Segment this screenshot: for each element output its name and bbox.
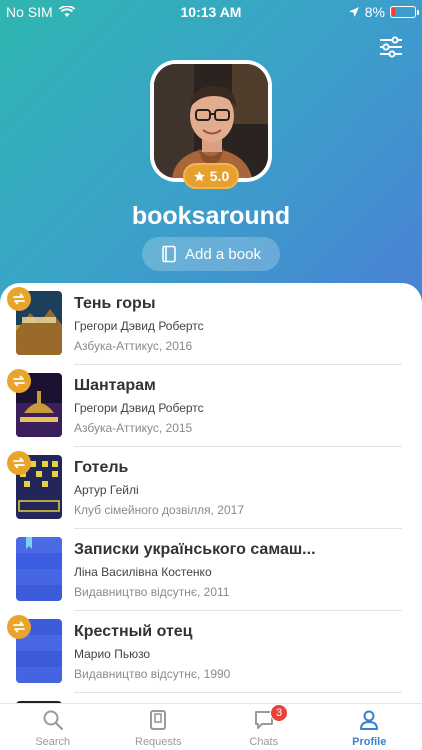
- book-author: Грегори Дэвид Робертс: [74, 319, 204, 333]
- book-publisher: Азбука-Аттикус, 2015: [74, 421, 193, 435]
- swap-icon: [13, 293, 25, 305]
- book-author: Грегори Дэвид Робертс: [74, 401, 204, 415]
- swap-badge: [7, 451, 31, 475]
- book-title: Тень горы: [74, 295, 156, 312]
- book-publisher: Азбука-Аттикус, 2016: [74, 339, 193, 353]
- book-list: Тень горы Грегори Дэвид Робертс Азбука-А…: [0, 283, 422, 703]
- tab-chats[interactable]: Chats: [211, 704, 317, 750]
- add-book-label: Add a book: [185, 245, 261, 263]
- tab-label: Profile: [352, 736, 387, 748]
- username: booksaround: [131, 202, 291, 230]
- rating-value: 5.0: [209, 168, 230, 184]
- list-item[interactable]: Крестный отец Марио Пьюзо Видавництво ві…: [0, 611, 422, 693]
- tab-profile[interactable]: Profile: [317, 704, 422, 750]
- battery-percent: 8%: [364, 4, 385, 20]
- book-author: Ліна Василівна Костенко: [74, 565, 212, 579]
- book-author: Артур Гейлі: [74, 483, 139, 497]
- list-item[interactable]: Записки українського самаш... Ліна Васил…: [0, 529, 422, 611]
- book-title: Записки українського самаш...: [74, 541, 316, 558]
- tab-bar: Search Requests Chats Profile 3: [0, 703, 422, 750]
- book-title: Шантарам: [74, 377, 156, 394]
- book-publisher: Видавництво відсутнє, 2011: [74, 585, 230, 599]
- swap-badge: [7, 369, 31, 393]
- star-icon: [193, 170, 205, 181]
- swap-icon: [13, 457, 25, 469]
- book-title: Готель: [74, 459, 129, 476]
- swap-icon: [13, 621, 25, 633]
- list-item[interactable]: Тень горы Грегори Дэвид Робертс Азбука-А…: [0, 283, 422, 365]
- tab-label: Search: [35, 736, 71, 748]
- swap-icon: [13, 375, 25, 387]
- profile-icon: [360, 710, 379, 730]
- add-book-button[interactable]: Add a book: [142, 237, 280, 271]
- book-icon: [162, 245, 176, 263]
- list-item[interactable]: [0, 693, 422, 703]
- location-arrow-icon: [348, 7, 359, 17]
- book-cover: [16, 537, 62, 601]
- settings-button[interactable]: [378, 34, 404, 60]
- rating-badge: 5.0: [183, 163, 239, 189]
- swap-badge: [7, 287, 31, 311]
- battery-icon: [390, 6, 419, 18]
- tab-label: Chats: [249, 736, 279, 748]
- tab-requests[interactable]: Requests: [106, 704, 212, 750]
- list-item[interactable]: Готель Артур Гейлі Клуб сімейного дозвіл…: [0, 447, 422, 529]
- book-publisher: Клуб сімейного дозвілля, 2017: [74, 503, 244, 517]
- chat-notification-badge: 3: [270, 704, 288, 722]
- book-publisher: Видавництво відсутнє, 1990: [74, 667, 231, 681]
- list-item[interactable]: Шантарам Грегори Дэвид Робертс Азбука-Ат…: [0, 365, 422, 447]
- tab-search[interactable]: Search: [0, 704, 106, 750]
- tab-label: Requests: [135, 736, 182, 748]
- book-title: Крестный отец: [74, 623, 193, 640]
- swap-badge: [7, 615, 31, 639]
- avatar: [154, 64, 268, 178]
- search-icon: [43, 710, 63, 731]
- book-author: Марио Пьюзо: [74, 647, 151, 661]
- requests-icon: [150, 710, 167, 730]
- sliders-icon: [380, 36, 402, 58]
- status-bar: No SIM 10:13 AM 8%: [0, 0, 422, 24]
